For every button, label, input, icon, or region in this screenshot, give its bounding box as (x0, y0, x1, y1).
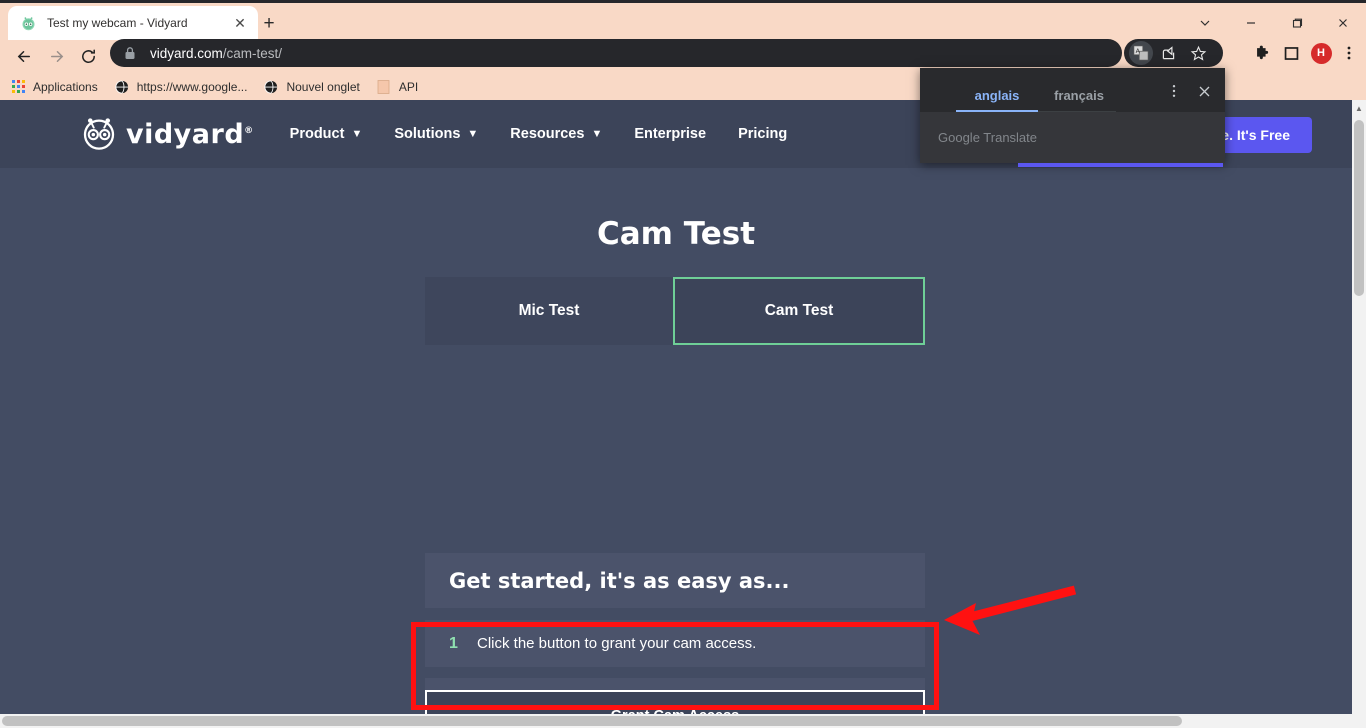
bookmark-nouvel-onglet[interactable]: Nouvel onglet (263, 79, 360, 95)
nav-link-label: Enterprise (634, 126, 707, 142)
url-domain: vidyard.com (150, 45, 223, 61)
back-button[interactable] (8, 42, 40, 72)
test-type-tabs: Mic Test Cam Test (425, 277, 925, 345)
step-item: 1 Click the button to grant your cam acc… (425, 620, 925, 667)
scroll-up-arrow-icon[interactable]: ▲ (1352, 100, 1366, 116)
bookmark-star-icon[interactable] (1183, 39, 1213, 67)
forward-button[interactable] (40, 42, 72, 72)
close-icon[interactable] (1320, 6, 1366, 40)
chevron-down-icon[interactable] (1182, 6, 1228, 40)
new-tab-button[interactable]: + (255, 10, 283, 38)
vertical-scrollbar[interactable]: ▲ (1352, 100, 1366, 728)
nav-links: Product ▼ Solutions ▼ Resources ▼ Enterp… (290, 126, 820, 142)
page-title: Cam Test (596, 216, 756, 252)
reload-button[interactable] (72, 42, 104, 72)
nav-link-label: Resources (510, 126, 585, 142)
toolbar-icons: H (1246, 39, 1362, 67)
translate-popup-actions (1159, 78, 1219, 104)
translate-tab-target[interactable]: français (1038, 88, 1120, 112)
vidyard-wordmark: vidyard® (126, 118, 254, 150)
nav-link-product[interactable]: Product ▼ (290, 126, 363, 142)
page-icon (376, 79, 392, 95)
chevron-down-icon: ▼ (351, 128, 363, 140)
tab-mic-test[interactable]: Mic Test (425, 277, 673, 345)
share-icon[interactable] (1153, 39, 1183, 67)
globe-icon (263, 79, 279, 95)
translate-popup-body: Google Translate (920, 112, 1225, 163)
horizontal-scrollbar-thumb[interactable] (2, 716, 1182, 726)
nav-link-resources[interactable]: Resources ▼ (510, 126, 602, 142)
translate-icon[interactable]: A (1129, 41, 1153, 65)
nav-link-label: Solutions (394, 126, 461, 142)
chevron-down-icon: ▼ (591, 128, 603, 140)
nav-link-label: Product (289, 126, 345, 142)
bookmark-label: Applications (33, 79, 98, 94)
vidyard-logo[interactable]: vidyard® (78, 111, 254, 158)
chrome-menu-icon[interactable] (1336, 39, 1362, 67)
horizontal-scrollbar[interactable] (0, 714, 1352, 728)
page-viewport: vidyard® Product ▼ Solutions ▼ Resources… (0, 100, 1366, 728)
globe-icon (114, 79, 130, 95)
bookmark-label: https://www.google... (136, 79, 248, 94)
nav-link-enterprise[interactable]: Enterprise (634, 126, 706, 142)
url-text: vidyard.com/cam-test/ (150, 46, 282, 61)
browser-window: Test my webcam - Vidyard ✕ + vidyard.com… (0, 0, 1366, 728)
bookmark-label: Nouvel onglet (286, 79, 360, 94)
tab-cam-test[interactable]: Cam Test (673, 277, 925, 345)
vidyard-robot-logo-icon (78, 111, 120, 158)
page-body: Cam Test Mic Test Cam Test Get started, … (0, 168, 1352, 728)
translate-tab-source[interactable]: anglais (956, 88, 1038, 112)
translate-close-icon[interactable] (1189, 78, 1219, 104)
maximize-icon[interactable] (1274, 6, 1320, 40)
step-text: Click the button to grant your cam acces… (477, 635, 757, 652)
focus-outline-indicator (1018, 163, 1223, 167)
bookmark-api[interactable]: API (376, 79, 418, 95)
vidyard-robot-favicon (20, 15, 37, 32)
chevron-down-icon: ▼ (467, 128, 479, 140)
svg-text:A: A (1136, 48, 1141, 55)
bookmark-label: API (398, 79, 419, 94)
tab-close-icon[interactable]: ✕ (230, 13, 250, 33)
step-number: 1 (449, 634, 458, 652)
translate-options-menu-icon[interactable] (1159, 78, 1189, 104)
address-bar[interactable]: vidyard.com/cam-test/ (110, 39, 1122, 67)
site-secure-lock-icon[interactable] (124, 46, 140, 60)
nav-link-solutions[interactable]: Solutions ▼ (394, 126, 478, 142)
nav-link-label: Pricing (738, 126, 788, 142)
apps-grid-icon (10, 79, 26, 95)
translate-popup: anglais français Google Translate (920, 68, 1225, 163)
avatar-initial: H (1310, 42, 1332, 64)
nav-link-pricing[interactable]: Pricing (738, 126, 787, 142)
window-controls (1182, 6, 1366, 40)
browser-tab[interactable]: Test my webcam - Vidyard ✕ (8, 6, 258, 40)
toolbar-pill: A (1124, 39, 1223, 67)
url-path: /cam-test/ (222, 45, 283, 61)
bookmark-google[interactable]: https://www.google... (114, 79, 248, 95)
tab-strip: Test my webcam - Vidyard ✕ + (0, 3, 1366, 40)
translate-popup-header: anglais français (920, 68, 1225, 112)
bookmark-applications[interactable]: Applications (10, 79, 98, 95)
vertical-scrollbar-thumb[interactable] (1354, 120, 1364, 296)
tab-title: Test my webcam - Vidyard (47, 16, 188, 30)
get-started-heading: Get started, it's as easy as... (425, 553, 925, 608)
profile-avatar[interactable]: H (1306, 39, 1336, 67)
minimize-icon[interactable] (1228, 6, 1274, 40)
side-panel-icon[interactable] (1276, 39, 1306, 67)
extensions-puzzle-icon[interactable] (1246, 39, 1276, 67)
